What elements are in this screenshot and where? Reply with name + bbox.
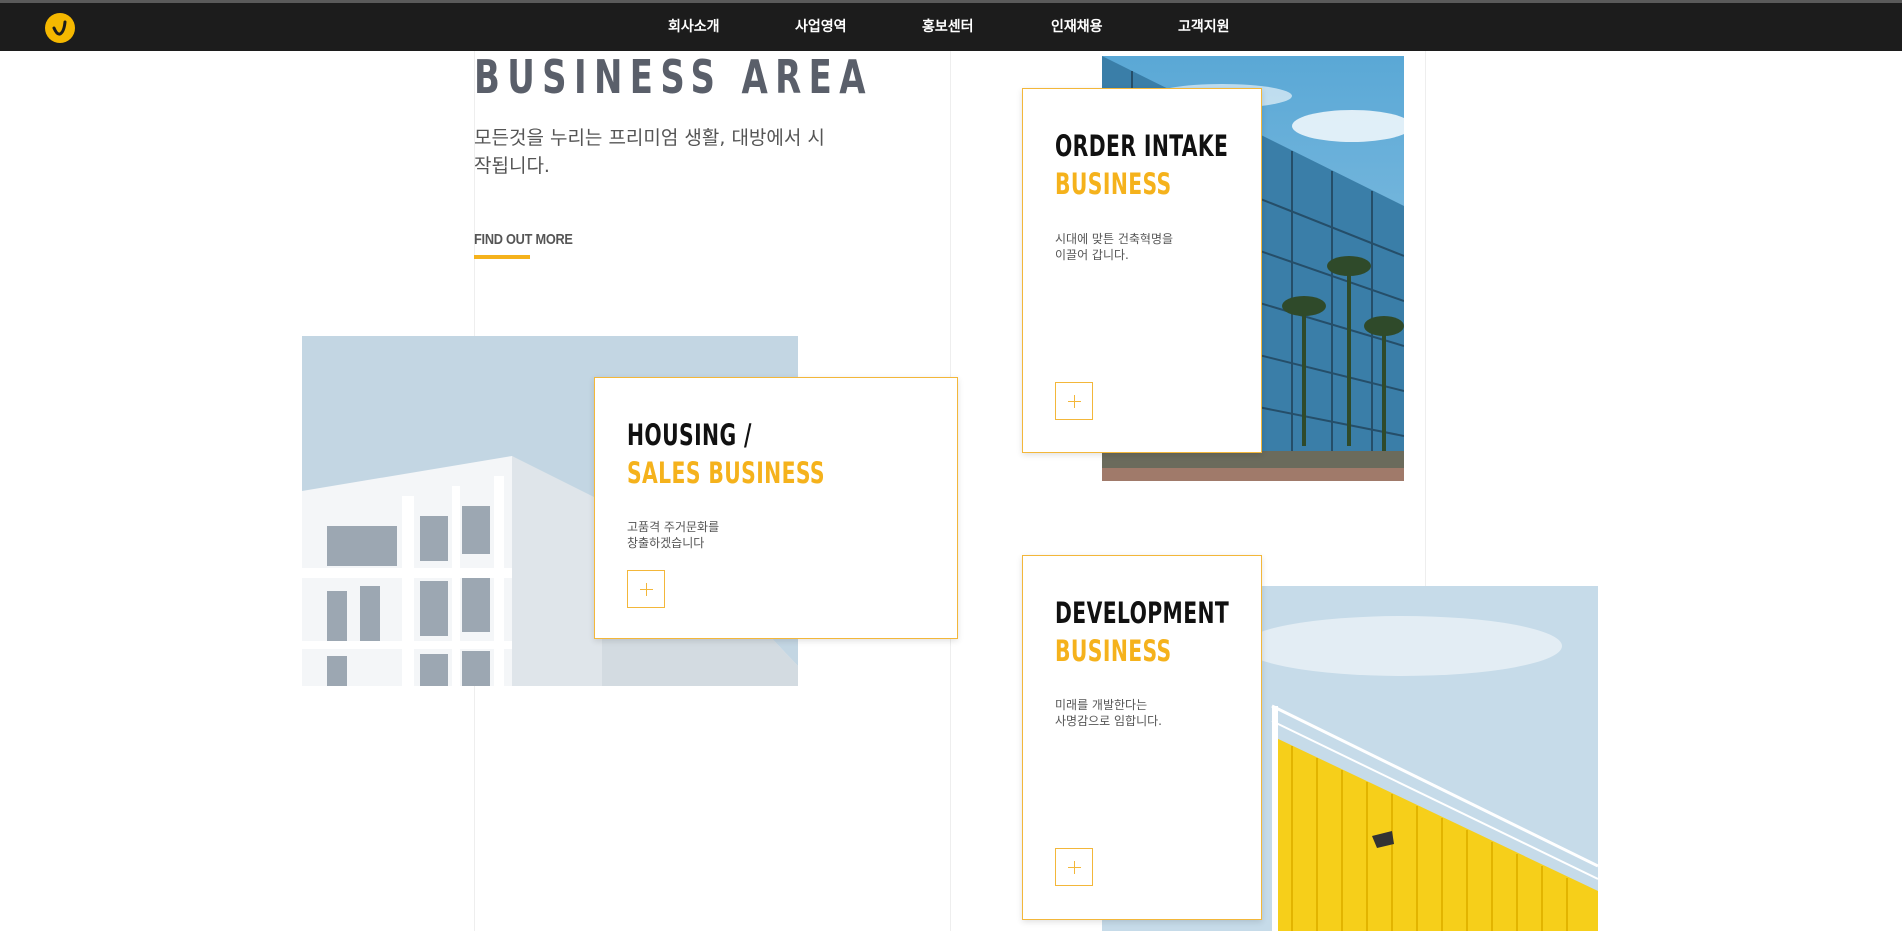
card-title: HOUSING / SALES BUSINESS	[627, 416, 825, 492]
housing-business-card[interactable]: HOUSING / SALES BUSINESS 고품격 주거문화를 창출하겠습…	[594, 377, 958, 639]
card-title: DEVELOPMENT BUSINESS	[1055, 594, 1229, 670]
card-description: 미래를 개발한다는 사명감으로 임합니다.	[1055, 698, 1162, 728]
card-description: 시대에 맞튼 건축혁명을 이끌어 갑니다.	[1055, 232, 1174, 262]
plus-icon[interactable]	[1055, 382, 1093, 420]
card-description: 고품격 주거문화를 창출하겠습니다	[627, 520, 720, 550]
development-business-card[interactable]: DEVELOPMENT BUSINESS 미래를 개발한다는 사명감으로 임합니…	[1022, 555, 1262, 920]
logo-icon[interactable]	[45, 13, 75, 43]
find-out-more-link[interactable]: FIND OUT MORE	[474, 231, 573, 248]
card-title: ORDER INTAKE BUSINESS	[1055, 127, 1228, 203]
section-title: BUSINESS AREA	[474, 50, 873, 104]
nav-item-business[interactable]: 사업영역	[795, 3, 847, 51]
card-title-accent: SALES BUSINESS	[627, 456, 825, 490]
page: 회사소개 사업영역 홍보센터 인재채용 고객지원 BUSINESS AREA 모…	[0, 0, 1902, 931]
find-out-more-underline	[474, 255, 530, 259]
card-title-main: ORDER INTAKE	[1055, 129, 1229, 163]
plus-icon[interactable]	[627, 570, 665, 608]
nav-item-recruit[interactable]: 인재채용	[1051, 3, 1103, 51]
card-title-main: DEVELOPMENT	[1055, 596, 1230, 630]
order-intake-business-card[interactable]: ORDER INTAKE BUSINESS 시대에 맞튼 건축혁명을 이끌어 갑…	[1022, 88, 1262, 453]
nav-item-pr-center[interactable]: 홍보센터	[922, 3, 974, 51]
nav-item-company[interactable]: 회사소개	[668, 3, 720, 51]
plus-icon[interactable]	[1055, 848, 1093, 886]
card-title-accent: BUSINESS	[1055, 167, 1172, 201]
nav-item-support[interactable]: 고객지원	[1178, 3, 1230, 51]
card-title-accent: BUSINESS	[1055, 634, 1172, 668]
section-subtitle: 모든것을 누리는 프리미엄 생활, 대방에서 시작됩니다.	[474, 127, 825, 177]
card-title-main: HOUSING /	[627, 418, 752, 452]
navbar: 회사소개 사업영역 홍보센터 인재채용 고객지원	[0, 3, 1902, 51]
